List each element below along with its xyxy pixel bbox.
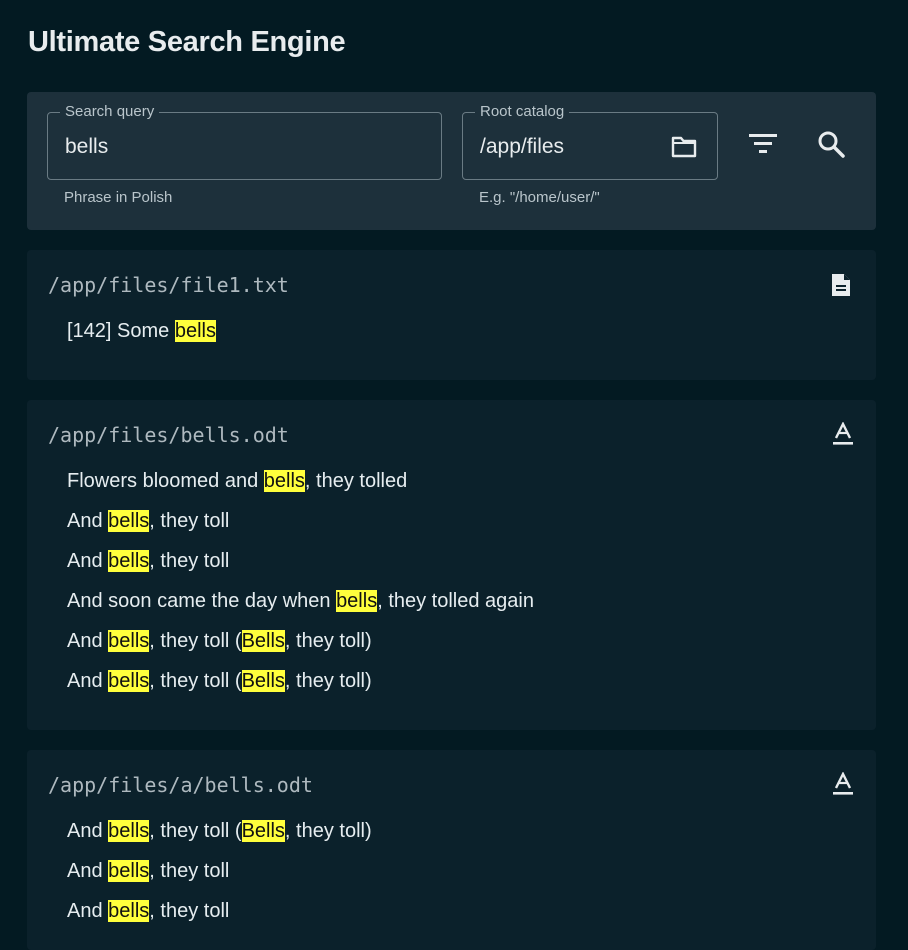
search-query-value[interactable]: bells — [65, 135, 108, 159]
match-highlight: Bells — [241, 630, 285, 652]
text-format-icon — [832, 771, 854, 801]
result-path[interactable]: /app/files/a/bells.odt — [48, 773, 313, 797]
snippet-text: And — [67, 510, 109, 532]
snippet-text: , they toll) — [284, 820, 372, 842]
snippet-text: , they tolled again — [377, 590, 534, 612]
search-query-field[interactable]: Search query bells — [47, 103, 442, 180]
snippet-line: [142] Some bells — [67, 320, 216, 360]
snippet-text: And — [67, 670, 109, 692]
result-card[interactable]: /app/files/a/bells.odt And bells, they t… — [27, 750, 876, 950]
search-panel: Search query bells Phrase in Polish Root… — [27, 92, 876, 230]
match-highlight: bells — [108, 510, 150, 532]
snippet-text: , they toll) — [284, 630, 372, 652]
snippet-text: And — [67, 630, 109, 652]
snippet-text: Flowers bloomed and — [67, 470, 264, 492]
document-icon — [828, 272, 854, 303]
match-highlight: bells — [263, 470, 305, 492]
snippet-line: And bells, they toll — [67, 900, 372, 940]
match-highlight: bells — [108, 550, 150, 572]
app-title: Ultimate Search Engine — [28, 26, 346, 58]
match-highlight: bells — [108, 820, 150, 842]
snippet-line: Flowers bloomed and bells, they tolled — [67, 470, 534, 510]
match-highlight: bells — [174, 320, 216, 342]
result-lines: [142] Some bells — [67, 320, 216, 360]
result-lines: And bells, they toll (Bells, they toll) A… — [67, 820, 372, 940]
root-catalog-label: Root catalog — [475, 103, 570, 120]
snippet-line: And soon came the day when bells, they t… — [67, 590, 534, 630]
search-icon[interactable] — [817, 130, 845, 163]
match-highlight: bells — [108, 630, 150, 652]
snippet-line: And bells, they toll (Bells, they toll) — [67, 670, 534, 710]
root-catalog-field[interactable]: Root catalog /app/files — [462, 103, 718, 180]
snippet-text: , they toll ( — [149, 630, 242, 652]
filter-icon[interactable] — [749, 133, 777, 160]
result-path[interactable]: /app/files/file1.txt — [48, 273, 289, 297]
snippet-text: , they toll ( — [149, 670, 242, 692]
result-card[interactable]: /app/files/bells.odt Flowers bloomed and… — [27, 400, 876, 730]
snippet-text: [142] Some — [67, 320, 175, 342]
result-lines: Flowers bloomed and bells, they tolled An… — [67, 470, 534, 710]
result-path[interactable]: /app/files/bells.odt — [48, 423, 289, 447]
match-highlight: bells — [108, 860, 150, 882]
snippet-text: , they toll ( — [149, 820, 242, 842]
snippet-text: , they toll — [149, 550, 230, 572]
root-catalog-value[interactable]: /app/files — [480, 135, 564, 159]
snippet-line: And bells, they toll — [67, 510, 534, 550]
folder-icon[interactable] — [671, 134, 697, 163]
match-highlight: bells — [336, 590, 378, 612]
match-highlight: Bells — [241, 670, 285, 692]
root-catalog-helper: E.g. "/home/user/" — [479, 189, 600, 206]
snippet-text: And — [67, 860, 109, 882]
snippet-line: And bells, they toll (Bells, they toll) — [67, 820, 372, 860]
snippet-text: And — [67, 550, 109, 572]
snippet-text: And — [67, 820, 109, 842]
result-card[interactable]: /app/files/file1.txt [142] Some bells — [27, 250, 876, 380]
snippet-text: , they toll — [149, 510, 230, 532]
snippet-text: , they toll) — [284, 670, 372, 692]
snippet-text: And soon came the day when — [67, 590, 337, 612]
match-highlight: Bells — [241, 820, 285, 842]
search-query-helper: Phrase in Polish — [64, 189, 173, 206]
search-query-label: Search query — [60, 103, 160, 120]
snippet-text: , they toll — [149, 860, 230, 882]
match-highlight: bells — [108, 670, 150, 692]
snippet-text: And — [67, 900, 109, 922]
snippet-line: And bells, they toll — [67, 550, 534, 590]
text-format-icon — [832, 421, 854, 451]
match-highlight: bells — [108, 900, 150, 922]
snippet-text: , they tolled — [304, 470, 408, 492]
snippet-text: , they toll — [149, 900, 230, 922]
snippet-line: And bells, they toll (Bells, they toll) — [67, 630, 534, 670]
snippet-line: And bells, they toll — [67, 860, 372, 900]
